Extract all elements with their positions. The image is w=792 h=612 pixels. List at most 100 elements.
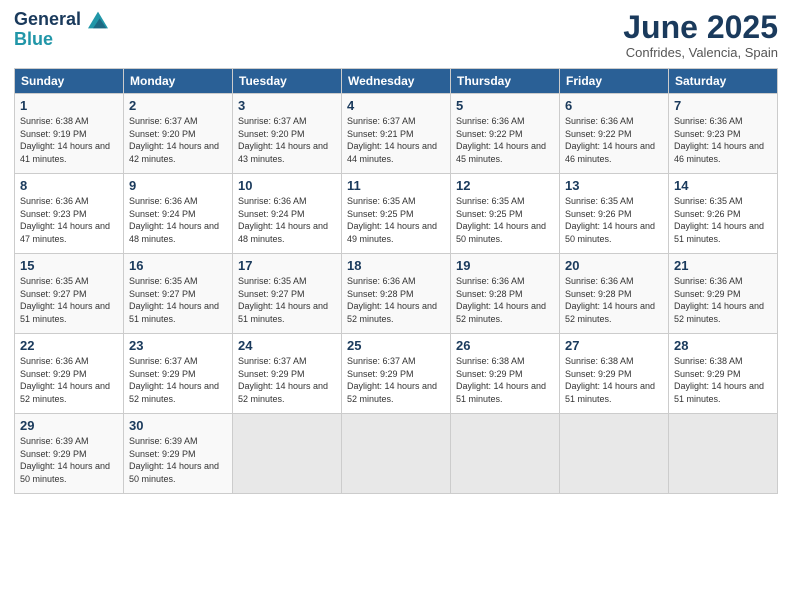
- table-row: 7 Sunrise: 6:36 AMSunset: 9:23 PMDaylight…: [669, 94, 778, 174]
- day-number: 13: [565, 178, 663, 193]
- day-number: 14: [674, 178, 772, 193]
- table-row: 9Sunrise: 6:36 AMSunset: 9:24 PMDaylight…: [124, 174, 233, 254]
- title-area: June 2025 Confrides, Valencia, Spain: [623, 10, 778, 60]
- page: General Blue June 2025 Confrides, Valenc…: [0, 0, 792, 612]
- cell-info: Sunrise: 6:38 AMSunset: 9:29 PMDaylight:…: [565, 356, 655, 404]
- header-monday: Monday: [124, 69, 233, 94]
- table-row: 17Sunrise: 6:35 AMSunset: 9:27 PMDayligh…: [233, 254, 342, 334]
- day-number: 26: [456, 338, 554, 353]
- calendar-table: Sunday Monday Tuesday Wednesday Thursday…: [14, 68, 778, 494]
- calendar-week-row: 22 Sunrise: 6:36 AMSunset: 9:29 PMDayligh…: [15, 334, 778, 414]
- day-number: 5: [456, 98, 554, 113]
- table-row: 28 Sunrise: 6:38 AMSunset: 9:29 PMDayligh…: [669, 334, 778, 414]
- table-row: 22 Sunrise: 6:36 AMSunset: 9:29 PMDayligh…: [15, 334, 124, 414]
- cell-info: Sunrise: 6:36 AMSunset: 9:29 PMDaylight:…: [20, 356, 110, 404]
- table-row: 5 Sunrise: 6:36 AMSunset: 9:22 PMDaylight…: [451, 94, 560, 174]
- table-row: 19Sunrise: 6:36 AMSunset: 9:28 PMDayligh…: [451, 254, 560, 334]
- table-row: 13Sunrise: 6:35 AMSunset: 9:26 PMDayligh…: [560, 174, 669, 254]
- table-row: 25 Sunrise: 6:37 AMSunset: 9:29 PMDayligh…: [342, 334, 451, 414]
- table-row: 12Sunrise: 6:35 AMSunset: 9:25 PMDayligh…: [451, 174, 560, 254]
- day-number: 28: [674, 338, 772, 353]
- cell-info: Sunrise: 6:35 AMSunset: 9:27 PMDaylight:…: [20, 276, 110, 324]
- day-number: 16: [129, 258, 227, 273]
- day-number: 3: [238, 98, 336, 113]
- cell-info: Sunrise: 6:36 AMSunset: 9:23 PMDaylight:…: [674, 116, 764, 164]
- cell-info: Sunrise: 6:36 AMSunset: 9:28 PMDaylight:…: [565, 276, 655, 324]
- day-number: 22: [20, 338, 118, 353]
- calendar-header-row: Sunday Monday Tuesday Wednesday Thursday…: [15, 69, 778, 94]
- cell-info: Sunrise: 6:35 AMSunset: 9:25 PMDaylight:…: [456, 196, 546, 244]
- cell-info: Sunrise: 6:36 AMSunset: 9:23 PMDaylight:…: [20, 196, 110, 244]
- table-row: 24Sunrise: 6:37 AMSunset: 9:29 PMDayligh…: [233, 334, 342, 414]
- day-number: 9: [129, 178, 227, 193]
- cell-info: Sunrise: 6:36 AMSunset: 9:22 PMDaylight:…: [456, 116, 546, 164]
- table-row: 27 Sunrise: 6:38 AMSunset: 9:29 PMDayligh…: [560, 334, 669, 414]
- table-row: 8 Sunrise: 6:36 AMSunset: 9:23 PMDaylight…: [15, 174, 124, 254]
- day-number: 29: [20, 418, 118, 433]
- day-number: 19: [456, 258, 554, 273]
- cell-info: Sunrise: 6:35 AMSunset: 9:26 PMDaylight:…: [674, 196, 764, 244]
- table-row: 10 Sunrise: 6:36 AMSunset: 9:24 PMDayligh…: [233, 174, 342, 254]
- cell-info: Sunrise: 6:36 AMSunset: 9:22 PMDaylight:…: [565, 116, 655, 164]
- calendar-week-row: 8 Sunrise: 6:36 AMSunset: 9:23 PMDaylight…: [15, 174, 778, 254]
- table-row: 1Sunrise: 6:38 AMSunset: 9:19 PMDaylight…: [15, 94, 124, 174]
- table-row: 21 Sunrise: 6:36 AMSunset: 9:29 PMDayligh…: [669, 254, 778, 334]
- header-thursday: Thursday: [451, 69, 560, 94]
- cell-info: Sunrise: 6:38 AMSunset: 9:29 PMDaylight:…: [456, 356, 546, 404]
- day-number: 8: [20, 178, 118, 193]
- header: General Blue June 2025 Confrides, Valenc…: [14, 10, 778, 60]
- day-number: 6: [565, 98, 663, 113]
- cell-info: Sunrise: 6:37 AMSunset: 9:29 PMDaylight:…: [238, 356, 328, 404]
- day-number: 27: [565, 338, 663, 353]
- day-number: 20: [565, 258, 663, 273]
- day-number: 17: [238, 258, 336, 273]
- table-row: 4 Sunrise: 6:37 AMSunset: 9:21 PMDaylight…: [342, 94, 451, 174]
- location-subtitle: Confrides, Valencia, Spain: [623, 45, 778, 60]
- table-row: 6 Sunrise: 6:36 AMSunset: 9:22 PMDaylight…: [560, 94, 669, 174]
- day-number: 2: [129, 98, 227, 113]
- table-row: [342, 414, 451, 494]
- table-row: 23 Sunrise: 6:37 AMSunset: 9:29 PMDayligh…: [124, 334, 233, 414]
- header-wednesday: Wednesday: [342, 69, 451, 94]
- table-row: 3Sunrise: 6:37 AMSunset: 9:20 PMDaylight…: [233, 94, 342, 174]
- cell-info: Sunrise: 6:37 AMSunset: 9:21 PMDaylight:…: [347, 116, 437, 164]
- header-friday: Friday: [560, 69, 669, 94]
- header-tuesday: Tuesday: [233, 69, 342, 94]
- table-row: 30 Sunrise: 6:39 AMSunset: 9:29 PMDayligh…: [124, 414, 233, 494]
- logo-blue: Blue: [14, 30, 108, 50]
- logo: General Blue: [14, 10, 108, 50]
- day-number: 23: [129, 338, 227, 353]
- cell-info: Sunrise: 6:35 AMSunset: 9:27 PMDaylight:…: [129, 276, 219, 324]
- cell-info: Sunrise: 6:37 AMSunset: 9:29 PMDaylight:…: [347, 356, 437, 404]
- day-number: 30: [129, 418, 227, 433]
- table-row: 11Sunrise: 6:35 AMSunset: 9:25 PMDayligh…: [342, 174, 451, 254]
- day-number: 10: [238, 178, 336, 193]
- cell-info: Sunrise: 6:37 AMSunset: 9:20 PMDaylight:…: [129, 116, 219, 164]
- cell-info: Sunrise: 6:38 AMSunset: 9:19 PMDaylight:…: [20, 116, 110, 164]
- table-row: 18 Sunrise: 6:36 AMSunset: 9:28 PMDayligh…: [342, 254, 451, 334]
- calendar-week-row: 29 Sunrise: 6:39 AMSunset: 9:29 PMDayligh…: [15, 414, 778, 494]
- cell-info: Sunrise: 6:36 AMSunset: 9:29 PMDaylight:…: [674, 276, 764, 324]
- cell-info: Sunrise: 6:39 AMSunset: 9:29 PMDaylight:…: [129, 436, 219, 484]
- header-saturday: Saturday: [669, 69, 778, 94]
- cell-info: Sunrise: 6:38 AMSunset: 9:29 PMDaylight:…: [674, 356, 764, 404]
- table-row: [669, 414, 778, 494]
- day-number: 4: [347, 98, 445, 113]
- table-row: 14 Sunrise: 6:35 AMSunset: 9:26 PMDayligh…: [669, 174, 778, 254]
- day-number: 21: [674, 258, 772, 273]
- month-title: June 2025: [623, 10, 778, 45]
- day-number: 15: [20, 258, 118, 273]
- table-row: [451, 414, 560, 494]
- cell-info: Sunrise: 6:39 AMSunset: 9:29 PMDaylight:…: [20, 436, 110, 484]
- table-row: 15 Sunrise: 6:35 AMSunset: 9:27 PMDayligh…: [15, 254, 124, 334]
- day-number: 18: [347, 258, 445, 273]
- day-number: 25: [347, 338, 445, 353]
- calendar-week-row: 1Sunrise: 6:38 AMSunset: 9:19 PMDaylight…: [15, 94, 778, 174]
- table-row: 26 Sunrise: 6:38 AMSunset: 9:29 PMDayligh…: [451, 334, 560, 414]
- cell-info: Sunrise: 6:36 AMSunset: 9:28 PMDaylight:…: [347, 276, 437, 324]
- table-row: [560, 414, 669, 494]
- cell-info: Sunrise: 6:37 AMSunset: 9:29 PMDaylight:…: [129, 356, 219, 404]
- day-number: 7: [674, 98, 772, 113]
- cell-info: Sunrise: 6:36 AMSunset: 9:24 PMDaylight:…: [238, 196, 328, 244]
- table-row: 16 Sunrise: 6:35 AMSunset: 9:27 PMDayligh…: [124, 254, 233, 334]
